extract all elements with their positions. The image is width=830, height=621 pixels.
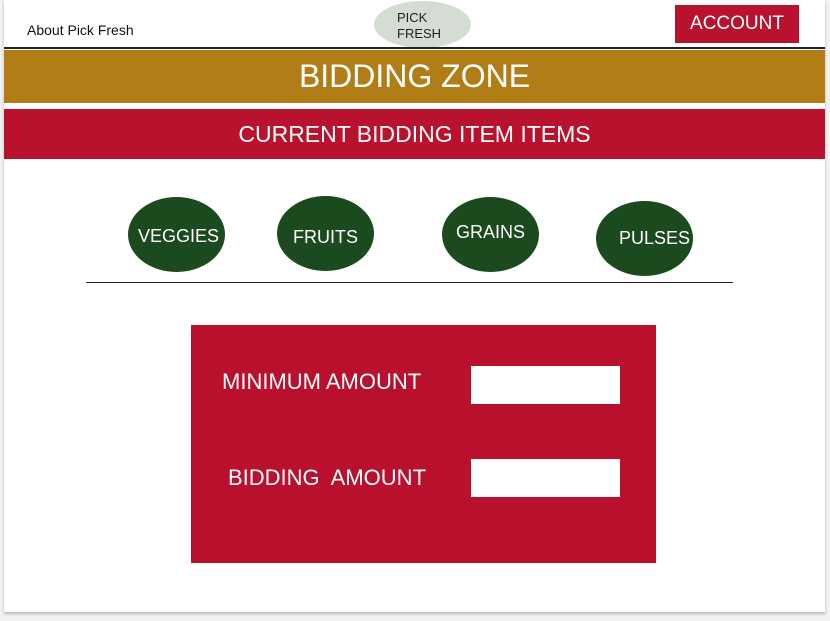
minimum-amount-label: MINIMUM AMOUNT (222, 369, 422, 394)
category-divider (86, 282, 733, 283)
bidding-zone-banner: BIDDING ZONE (4, 50, 825, 103)
logo-text-line1: PICK (397, 10, 428, 25)
category-veggies-label: VEGGIES (137, 225, 220, 246)
category-pulses-label: PULSES (618, 228, 691, 248)
category-fruits-button[interactable]: FRUITS (277, 196, 374, 271)
current-bidding-items-banner: CURRENT BIDDING ITEM ITEMS (4, 109, 825, 159)
about-pick-fresh-link[interactable]: About Pick Fresh (27, 22, 134, 38)
category-veggies-button[interactable]: VEGGIES (128, 197, 225, 272)
logo-text-line2: FRESH (397, 26, 442, 41)
category-grains-label: GRAINS (455, 222, 525, 242)
category-pulses-button[interactable]: PULSES (596, 201, 693, 276)
bid-form-panel: MINIMUM AMOUNT BIDDING AMOUNT (191, 325, 656, 563)
category-grains-button[interactable]: GRAINS (442, 197, 539, 272)
account-button[interactable]: ACCOUNT (675, 5, 799, 43)
category-fruits-label: FRUITS (293, 226, 358, 247)
bidding-amount-label: BIDDING AMOUNT (228, 465, 427, 490)
bidding-zone-title: BIDDING ZONE (298, 58, 531, 94)
header-divider (4, 47, 825, 49)
minimum-amount-input[interactable] (471, 366, 620, 404)
bidding-amount-input[interactable] (471, 459, 620, 497)
current-bidding-items-title: CURRENT BIDDING ITEM ITEMS (238, 120, 591, 147)
pick-fresh-logo[interactable]: PICK FRESH (374, 1, 471, 48)
